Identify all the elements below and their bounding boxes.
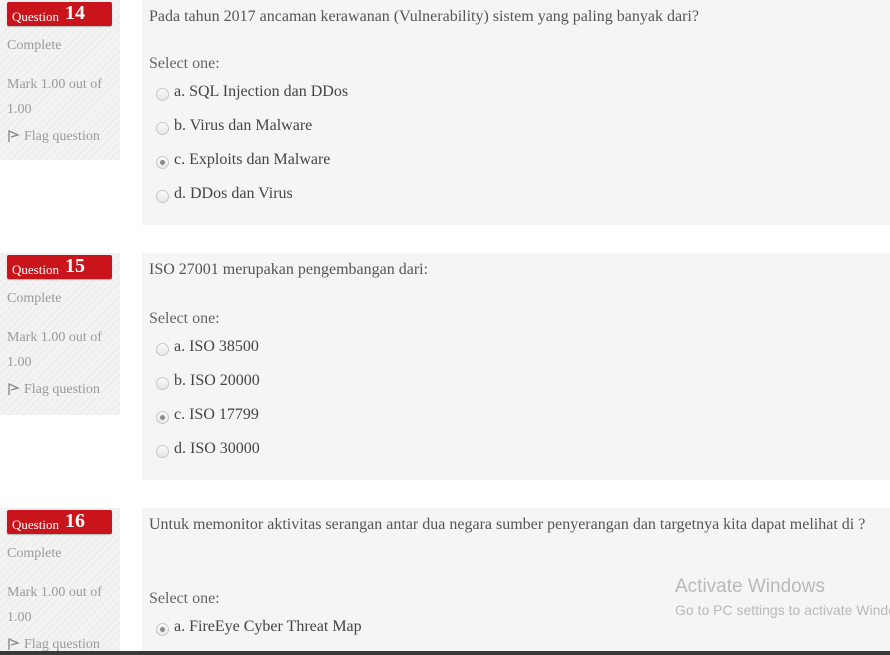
question-word: Question	[12, 262, 59, 277]
select-one-prompt: Select one:	[149, 590, 220, 607]
question-info-panel: Question 15 Complete Mark 1.00 out of 1.…	[0, 253, 120, 415]
flag-question-label: Flag question	[24, 637, 100, 652]
question-state: Complete	[7, 546, 62, 561]
question-14: Question 14 Complete Mark 1.00 out of 1.…	[0, 0, 890, 225]
activate-windows-watermark: Activate Windows Go to PC settings to ac…	[675, 576, 890, 618]
question-number-badge: Question 14	[7, 2, 112, 26]
flag-question-label: Flag question	[24, 382, 100, 397]
radio-button[interactable]	[156, 88, 169, 101]
question-info-panel: Question 16 Complete Mark 1.00 out of 1.…	[0, 508, 120, 655]
question-word: Question	[12, 9, 59, 24]
answer-option-label[interactable]: b. ISO 20000	[174, 372, 260, 390]
question-text: Pada tahun 2017 ancaman kerawanan (Vulne…	[149, 8, 699, 25]
radio-button[interactable]	[156, 623, 169, 636]
flag-icon	[7, 129, 24, 144]
question-grade: Mark 1.00 out of 1.00	[7, 585, 102, 625]
radio-button[interactable]	[156, 156, 169, 169]
question-info-panel: Question 14 Complete Mark 1.00 out of 1.…	[0, 0, 120, 160]
answer-option-label[interactable]: d. ISO 30000	[174, 440, 260, 458]
answer-option-label[interactable]: a. SQL Injection dan DDos	[174, 83, 348, 101]
flag-icon	[7, 382, 24, 397]
question-content-panel: Pada tahun 2017 ancaman kerawanan (Vulne…	[142, 0, 890, 225]
radio-button[interactable]	[156, 343, 169, 356]
radio-button[interactable]	[156, 122, 169, 135]
flag-question-link[interactable]: Flag question	[7, 129, 100, 145]
radio-button[interactable]	[156, 445, 169, 458]
answer-option-label[interactable]: a. ISO 38500	[174, 338, 259, 356]
answer-option-label[interactable]: a. FireEye Cyber Threat Map	[174, 618, 362, 636]
answer-option-label[interactable]: c. Exploits dan Malware	[174, 151, 330, 169]
flag-question-link[interactable]: Flag question	[7, 382, 100, 398]
question-number-badge: Question 15	[7, 255, 112, 279]
bottom-edge-bar	[0, 651, 890, 655]
question-number: 14	[65, 2, 85, 24]
answer-option-label[interactable]: b. Virus dan Malware	[174, 117, 312, 135]
radio-button[interactable]	[156, 190, 169, 203]
question-grade: Mark 1.00 out of 1.00	[7, 77, 102, 117]
question-content-panel: ISO 27001 merupakan pengembangan dari: S…	[142, 253, 890, 480]
question-state: Complete	[7, 291, 62, 306]
answer-option-label[interactable]: c. ISO 17799	[174, 406, 259, 424]
question-number: 16	[65, 510, 85, 532]
question-text: Untuk memonitor aktivitas serangan antar…	[149, 516, 866, 533]
select-one-prompt: Select one:	[149, 310, 220, 327]
flag-icon	[7, 637, 24, 652]
question-number: 15	[65, 255, 85, 277]
question-grade: Mark 1.00 out of 1.00	[7, 330, 102, 370]
watermark-title: Activate Windows	[675, 576, 825, 597]
question-text: ISO 27001 merupakan pengembangan dari:	[149, 261, 429, 278]
flag-question-label: Flag question	[24, 129, 100, 144]
question-state: Complete	[7, 38, 62, 53]
question-15: Question 15 Complete Mark 1.00 out of 1.…	[0, 253, 890, 480]
answer-option-label[interactable]: d. DDos dan Virus	[174, 185, 293, 203]
radio-button[interactable]	[156, 377, 169, 390]
select-one-prompt: Select one:	[149, 55, 220, 72]
question-word: Question	[12, 517, 59, 532]
watermark-subtitle: Go to PC settings to activate Windows.	[675, 602, 890, 618]
radio-button[interactable]	[156, 411, 169, 424]
question-number-badge: Question 16	[7, 510, 112, 534]
